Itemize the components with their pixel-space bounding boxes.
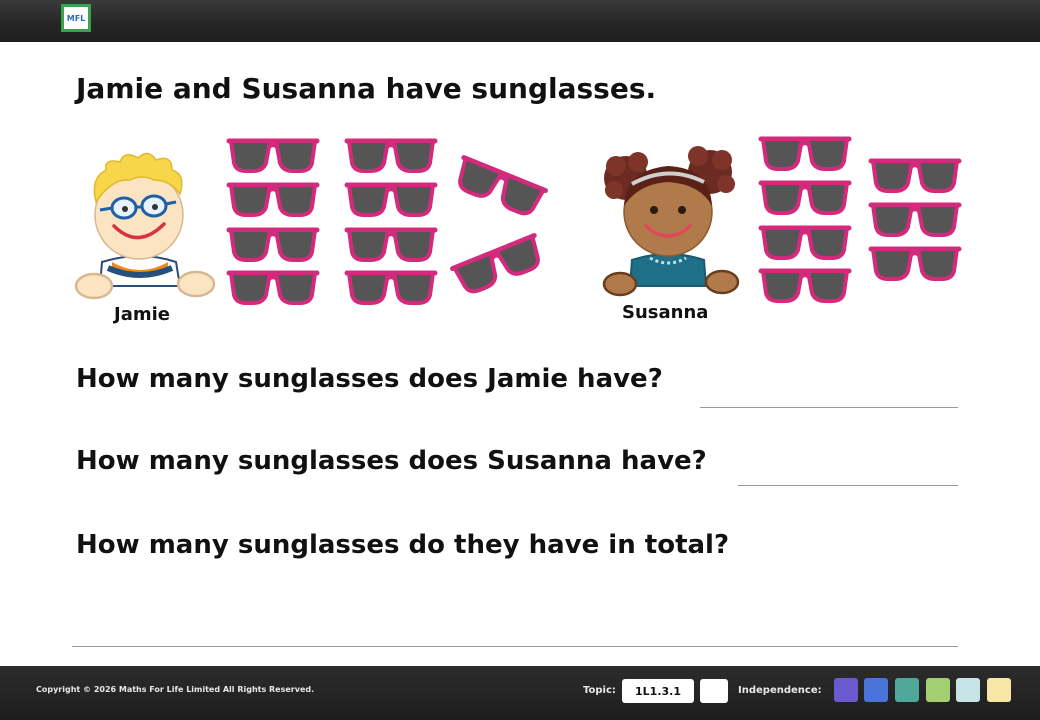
sunglasses-icon [868, 158, 962, 193]
sunglasses-icon [344, 270, 438, 305]
sunglasses-icon [868, 246, 962, 281]
sunglasses-icon [758, 180, 852, 215]
sunglasses-icon [758, 136, 852, 171]
sunglasses-icon [344, 138, 438, 173]
question-jamie: How many sunglasses does Jamie have? [76, 364, 663, 394]
jamie-figure-icon [74, 152, 216, 300]
topic-code: 1L1.3.1 [622, 679, 694, 703]
susanna-figure-icon [602, 146, 740, 297]
sunglasses-icon [226, 138, 320, 173]
sunglasses-icon [226, 227, 320, 262]
question-total: How many sunglasses do they have in tota… [76, 530, 730, 560]
answer-line-total[interactable] [72, 646, 958, 647]
sunglasses-icon [450, 233, 540, 294]
mfl-logo: MFL [61, 4, 91, 32]
copyright-text: Copyright © 2026 Maths For Life Limited … [36, 685, 315, 694]
independence-level-1[interactable] [834, 678, 858, 702]
topic-blank-box[interactable] [700, 679, 728, 703]
sunglasses-icon [226, 270, 320, 305]
independence-level-5[interactable] [956, 678, 980, 702]
jamie-label: Jamie [114, 304, 170, 325]
topic-label: Topic: [583, 685, 616, 696]
answer-line-susanna[interactable] [738, 485, 958, 486]
independence-level-4[interactable] [926, 678, 950, 702]
independence-level-3[interactable] [895, 678, 919, 702]
independence-label: Independence: [738, 685, 822, 696]
sunglasses-icon [458, 155, 548, 216]
sunglasses-icon [758, 268, 852, 303]
answer-line-jamie[interactable] [700, 407, 958, 408]
susanna-label: Susanna [622, 302, 709, 323]
question-susanna: How many sunglasses does Susanna have? [76, 446, 707, 476]
sunglasses-icon [226, 182, 320, 217]
independence-level-2[interactable] [864, 678, 888, 702]
top-bar: MFL [0, 0, 1040, 42]
page-heading: Jamie and Susanna have sunglasses. [76, 72, 657, 105]
sunglasses-icon [344, 227, 438, 262]
sunglasses-icon [344, 182, 438, 217]
sunglasses-icon [868, 202, 962, 237]
independence-level-6[interactable] [987, 678, 1011, 702]
sunglasses-icon [758, 225, 852, 260]
